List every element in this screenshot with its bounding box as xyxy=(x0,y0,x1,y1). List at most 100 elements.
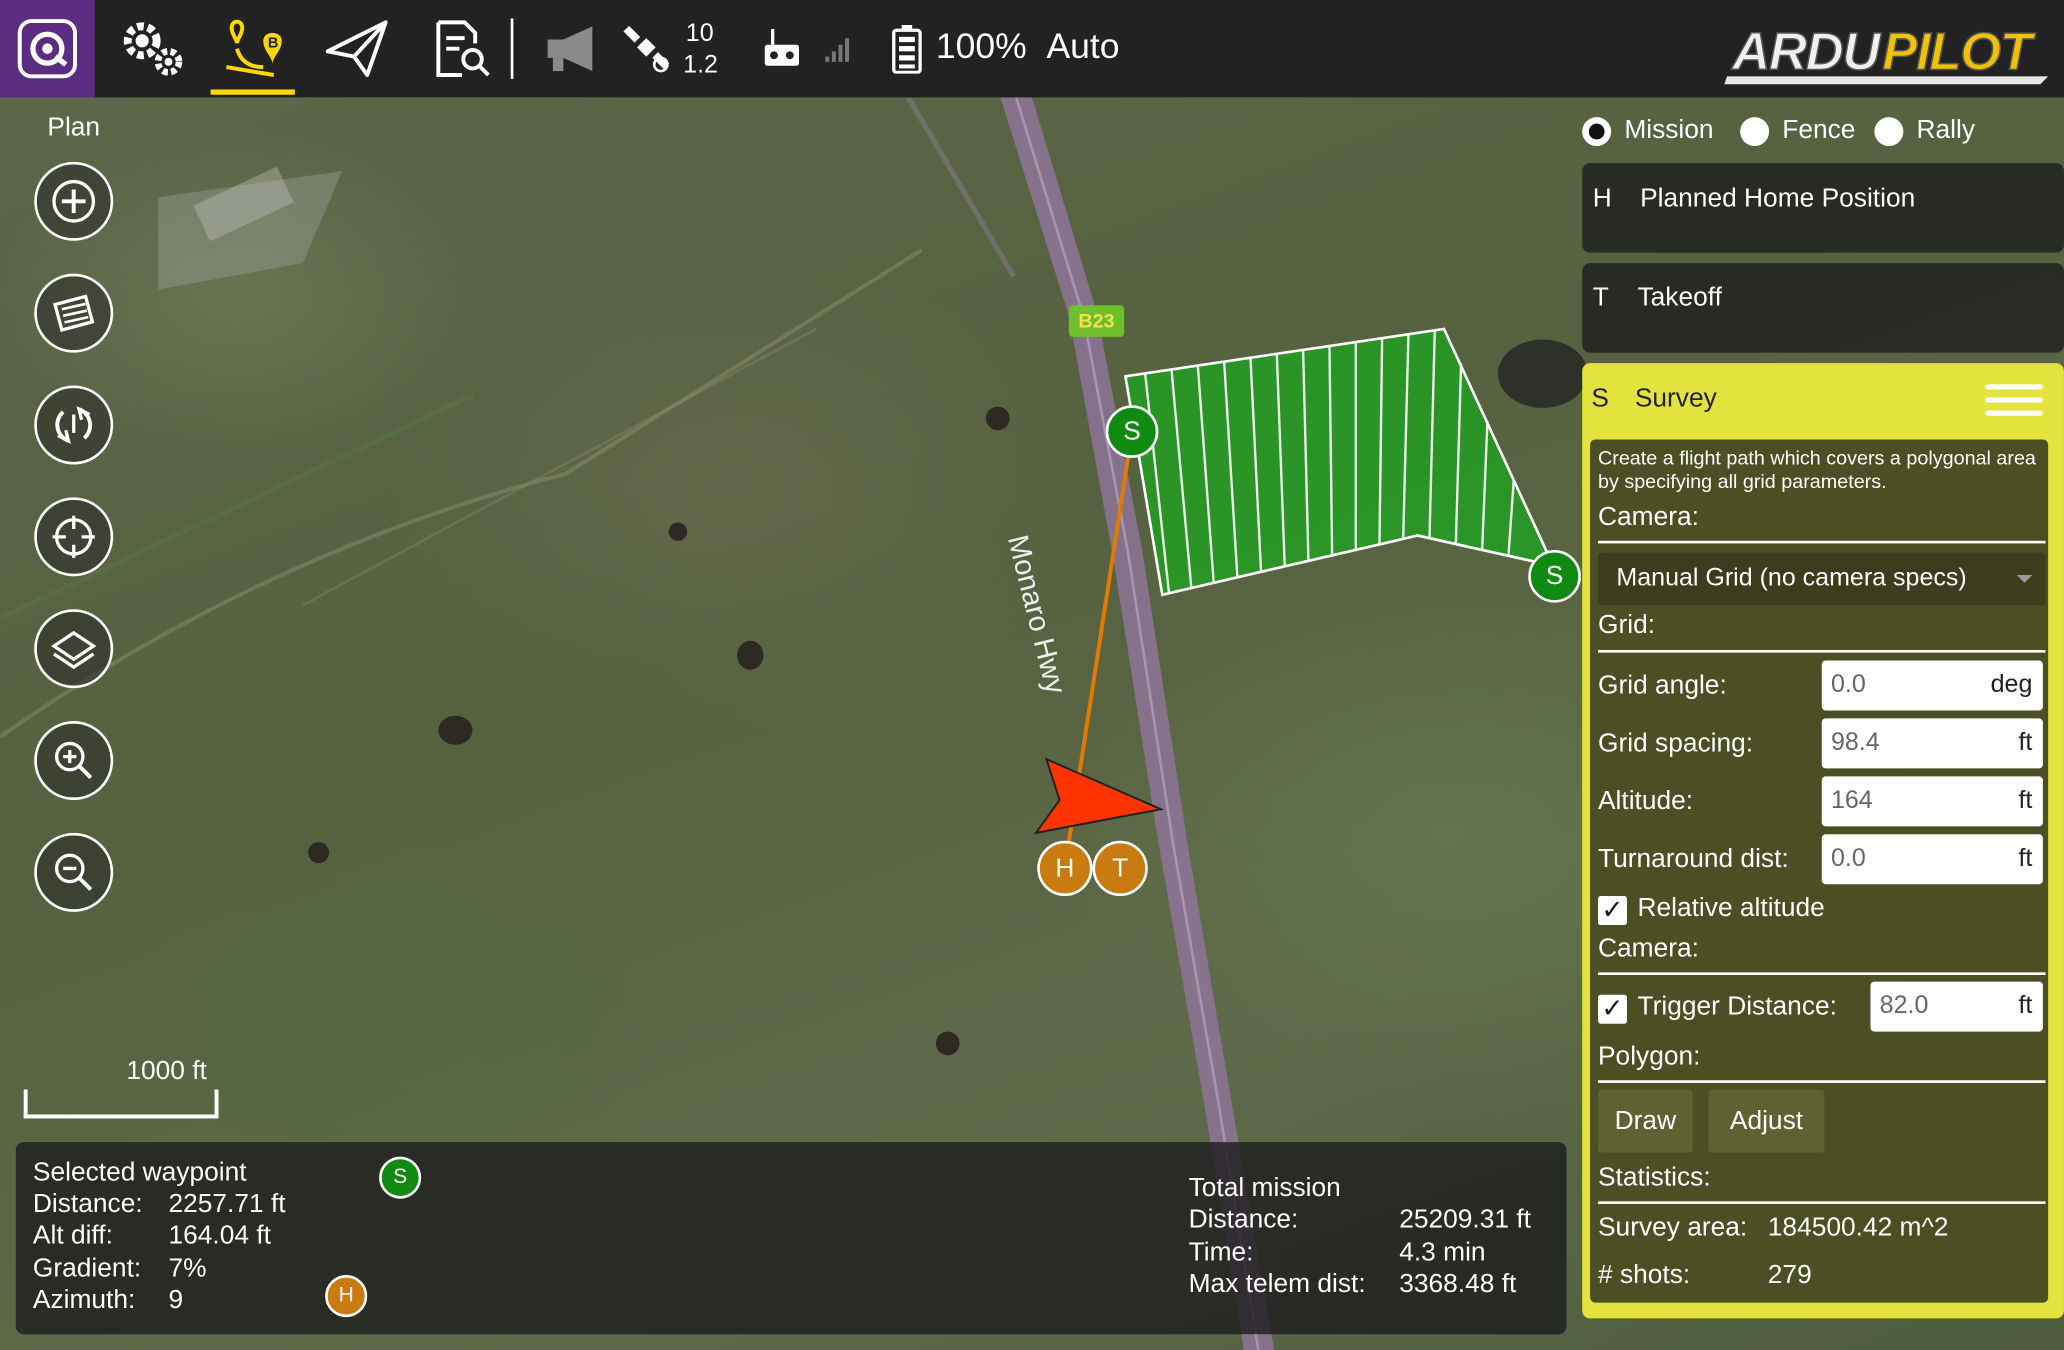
plus-circle-icon xyxy=(52,179,96,223)
trigger-distance-label: Trigger Distance: xyxy=(1637,992,1837,1022)
satellite-icon xyxy=(623,25,670,73)
paper-plane-icon xyxy=(325,20,388,77)
radio-rally[interactable]: Rally xyxy=(1874,116,1975,146)
turnaround-field[interactable]: 0.0 ft xyxy=(1821,834,2043,885)
flight-mode[interactable]: Auto xyxy=(1046,26,1119,67)
settings-button[interactable] xyxy=(111,0,195,97)
grid-spacing-unit: ft xyxy=(2018,728,2033,757)
analyze-button[interactable] xyxy=(419,0,501,97)
zoom-out-icon xyxy=(54,853,93,891)
home-marker[interactable]: H xyxy=(1037,840,1093,897)
plan-waypoint-icon: B xyxy=(226,19,282,77)
camera-heading-2: Camera: xyxy=(1597,934,1699,964)
from-waypoint-marker: S xyxy=(379,1156,422,1199)
grid-spacing-field[interactable]: 98.4 ft xyxy=(1821,718,2043,769)
zoom-in-button[interactable] xyxy=(34,721,114,801)
time-value: 4.3 min xyxy=(1399,1238,1486,1268)
plan-label: Plan xyxy=(47,113,101,143)
rc-rssi-button[interactable] xyxy=(756,0,809,97)
time-label: Time: xyxy=(1188,1238,1254,1268)
total-distance-value: 25209.31 ft xyxy=(1399,1205,1531,1235)
alt-diff-value: 164.04 ft xyxy=(168,1221,271,1251)
zoom-out-button[interactable] xyxy=(34,832,114,912)
mission-item-takeoff[interactable]: T Takeoff xyxy=(1582,263,2064,353)
radio-fence-label: Fence xyxy=(1782,115,1856,145)
trigger-distance-unit: ft xyxy=(2018,992,2033,1020)
megaphone-icon xyxy=(547,26,593,72)
relative-altitude-checkbox[interactable]: ✓ xyxy=(1597,896,1627,926)
survey-title: Survey xyxy=(1634,384,1717,414)
battery-button[interactable] xyxy=(887,0,926,97)
divider xyxy=(1597,972,2046,976)
azimuth-label: Azimuth: xyxy=(32,1285,136,1315)
mission-item-title: Takeoff xyxy=(1637,282,1722,312)
hamburger-menu-icon[interactable] xyxy=(1984,379,2043,421)
gradient-label: Gradient: xyxy=(32,1253,142,1283)
grid-angle-field[interactable]: 0.0 deg xyxy=(1821,660,2043,711)
map-scale-text: 1000 ft xyxy=(126,1056,207,1086)
zoom-in-icon xyxy=(54,741,93,780)
distance-label: Distance: xyxy=(32,1189,143,1219)
pattern-button[interactable] xyxy=(34,273,114,353)
radio-indicator xyxy=(1582,116,1612,146)
altitude-unit: ft xyxy=(2018,786,2033,815)
camera-heading: Camera: xyxy=(1597,502,1699,532)
messages-button[interactable] xyxy=(534,0,608,97)
distance-value: 2257.71 ft xyxy=(168,1189,286,1219)
map-scale-bar xyxy=(23,1089,219,1119)
survey-area-value: 184500.42 m^2 xyxy=(1767,1213,1949,1243)
radio-fence[interactable]: Fence xyxy=(1740,116,1855,146)
survey-description: Create a flight path which covers a poly… xyxy=(1597,447,2036,494)
radio-mission[interactable]: Mission xyxy=(1582,116,1714,146)
survey-entry-marker[interactable]: S xyxy=(1105,405,1159,458)
grid-angle-value: 0.0 xyxy=(1830,671,1866,699)
takeoff-marker[interactable]: T xyxy=(1092,840,1148,897)
mission-item-letter: S xyxy=(1591,384,1609,414)
turnaround-label: Turnaround dist: xyxy=(1597,844,1789,874)
divider xyxy=(1597,540,2046,544)
battery-icon xyxy=(892,25,922,74)
document-search-icon xyxy=(436,20,490,77)
adjust-button[interactable]: Adjust xyxy=(1708,1089,1825,1153)
grid-spacing-value: 98.4 xyxy=(1830,728,1880,757)
draw-button[interactable]: Draw xyxy=(1597,1089,1693,1153)
mission-item-survey[interactable]: S Survey Create a flight path which cove… xyxy=(1582,363,2064,1319)
total-distance-label: Distance: xyxy=(1188,1205,1299,1235)
survey-polygon xyxy=(1123,327,1556,597)
altitude-field[interactable]: 164 ft xyxy=(1821,776,2043,827)
shots-label: # shots: xyxy=(1597,1260,1691,1290)
trigger-distance-checkbox[interactable]: ✓ xyxy=(1597,994,1627,1024)
layers-icon xyxy=(51,630,97,670)
chevron-down-icon xyxy=(2016,575,2033,583)
max-telem-label: Max telem dist: xyxy=(1188,1269,1366,1299)
max-telem-value: 3368.48 ft xyxy=(1399,1269,1517,1299)
sync-button[interactable] xyxy=(34,385,114,465)
toolbar-separator xyxy=(510,18,514,79)
mission-item-home[interactable]: H Planned Home Position xyxy=(1582,163,2064,253)
survey-editor: Create a flight path which covers a poly… xyxy=(1590,439,2049,1303)
active-tab-indicator xyxy=(210,89,295,95)
add-waypoint-button[interactable] xyxy=(34,161,114,241)
center-map-button[interactable] xyxy=(34,497,114,577)
radio-rally-label: Rally xyxy=(1916,115,1976,145)
survey-exit-marker[interactable]: S xyxy=(1528,550,1581,603)
gps-hdop: 1.2 xyxy=(683,51,718,79)
trigger-distance-field[interactable]: 82.0 ft xyxy=(1870,981,2043,1032)
gears-icon xyxy=(123,22,183,76)
trigger-distance-value: 82.0 xyxy=(1879,992,1929,1020)
mission-item-letter: T xyxy=(1592,282,1609,312)
rc-transmitter-icon xyxy=(764,28,799,66)
signal-bars-icon xyxy=(819,0,858,97)
plan-view-button[interactable]: B xyxy=(205,0,300,97)
radio-indicator xyxy=(1874,116,1904,146)
gps-satellite-count: 10 xyxy=(685,19,714,48)
camera-select[interactable]: Manual Grid (no camera specs) xyxy=(1597,552,2046,606)
gps-status-button[interactable] xyxy=(619,0,677,97)
fly-view-button[interactable] xyxy=(313,0,400,97)
qgc-logo-button[interactable] xyxy=(0,0,95,98)
grid-spacing-label: Grid spacing: xyxy=(1597,728,1754,758)
map-layers-button[interactable] xyxy=(34,609,114,689)
radio-indicator xyxy=(1740,116,1770,146)
survey-area-label: Survey area: xyxy=(1597,1213,1748,1243)
gradient-value: 7% xyxy=(168,1253,207,1283)
